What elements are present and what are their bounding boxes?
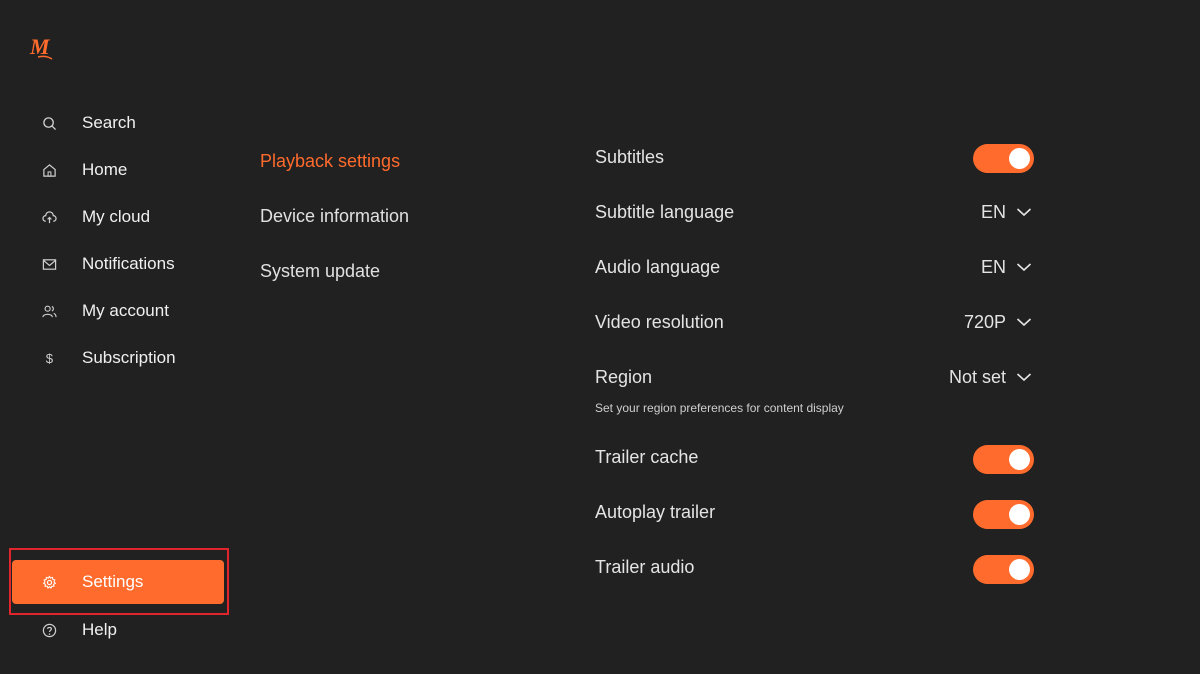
home-icon [41,162,57,178]
subtitle-language-label: Subtitle language [595,202,735,222]
trailer-cache-toggle[interactable] [973,445,1034,474]
chevron-down-icon [1016,263,1032,272]
sidebar-item-search[interactable]: Search [12,101,224,145]
cloud-upload-icon [41,209,57,225]
region-label: Region [595,367,653,387]
sidebar-item-label: Notifications [82,254,175,273]
autoplay-trailer-toggle[interactable] [973,500,1034,529]
trailer-audio-toggle[interactable] [973,555,1034,584]
sidebar-item-label: My account [82,301,169,320]
sidebar-item-subscription[interactable]: $ Subscription [12,336,224,380]
sidebar-item-label: Subscription [82,348,176,367]
mail-icon [41,256,57,272]
sidebar-item-label: Search [82,113,136,132]
sidebar-item-label: My cloud [82,207,151,226]
region-description: Set your region preferences for content … [595,401,844,415]
subtitles-label: Subtitles [595,147,665,167]
region-dropdown[interactable]: Not set [949,365,1032,389]
category-playback-settings[interactable]: Playback settings [260,151,400,172]
chevron-down-icon [1016,373,1032,382]
sidebar-item-my-account[interactable]: My account [12,289,224,333]
sidebar-item-settings[interactable]: Settings [12,560,224,604]
chevron-down-icon [1016,318,1032,327]
dollar-icon: $ [41,350,57,366]
autoplay-trailer-label: Autoplay trailer [595,502,716,522]
users-icon [41,303,57,319]
category-system-update[interactable]: System update [260,261,380,282]
sidebar-item-label: Settings [82,572,144,591]
video-resolution-label: Video resolution [595,312,724,332]
gear-icon [41,574,57,590]
category-device-information[interactable]: Device information [260,206,409,227]
toggle-knob [1009,559,1030,580]
app-window: M Search Home My cloud Notifications My … [0,0,1200,674]
help-icon [41,622,57,638]
subtitles-toggle[interactable] [973,144,1034,173]
search-icon [41,115,57,131]
svg-text:$: $ [45,351,53,366]
sidebar-item-notifications[interactable]: Notifications [12,242,224,286]
dropdown-value: 720P [963,311,1006,332]
audio-language-dropdown[interactable]: EN [981,255,1032,279]
audio-language-label: Audio language [595,257,721,277]
video-resolution-dropdown[interactable]: 720P [964,310,1032,334]
brand-logo: M [28,34,64,62]
dropdown-value: Not set [948,366,1006,387]
chevron-down-icon [1016,208,1032,217]
sidebar-item-label: Home [82,160,128,179]
sidebar-item-my-cloud[interactable]: My cloud [12,195,224,239]
dropdown-value: EN [980,256,1006,277]
sidebar-item-home[interactable]: Home [12,148,224,192]
sidebar-item-label: Help [82,620,117,639]
toggle-knob [1009,148,1030,169]
svg-text:M: M [29,34,51,59]
trailer-cache-label: Trailer cache [595,447,699,467]
dropdown-value: EN [980,201,1006,222]
toggle-knob [1009,504,1030,525]
sidebar-item-help[interactable]: Help [12,608,224,652]
subtitle-language-dropdown[interactable]: EN [981,200,1032,224]
toggle-knob [1009,449,1030,470]
trailer-audio-label: Trailer audio [595,557,695,577]
